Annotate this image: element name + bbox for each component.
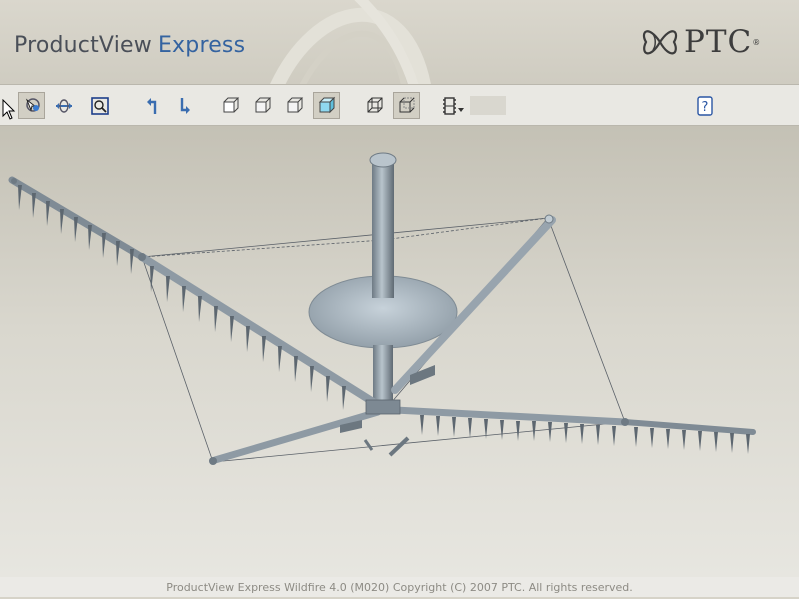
animation-filmstrip-icon bbox=[442, 96, 464, 115]
help-button[interactable]: ? bbox=[691, 92, 718, 119]
zoom-window-icon bbox=[90, 96, 109, 115]
undo-view-icon bbox=[146, 97, 156, 114]
wireframe-icon bbox=[367, 97, 382, 112]
zoom-window-button[interactable] bbox=[86, 92, 113, 119]
copyright-text: ProductView Express Wildfire 4.0 (M020) … bbox=[166, 581, 633, 594]
shaded-render-button[interactable] bbox=[313, 92, 340, 119]
app-title: ProductView Express bbox=[14, 33, 245, 58]
brand-swoosh-graphic bbox=[270, 0, 431, 84]
redo-view-icon bbox=[180, 97, 190, 114]
ptc-logo: PTC ® bbox=[640, 22, 760, 62]
rake-blades-left bbox=[18, 185, 346, 410]
app-title-express: Express bbox=[157, 33, 246, 58]
main-toolbar: ? bbox=[0, 84, 799, 126]
view-iso-button[interactable] bbox=[249, 92, 276, 119]
ptc-logo-text: PTC bbox=[684, 24, 753, 60]
undo-view-button[interactable] bbox=[139, 92, 166, 119]
ptc-registered-mark: ® bbox=[752, 37, 761, 47]
help-label: ? bbox=[701, 100, 708, 115]
column-cap bbox=[369, 152, 397, 168]
ptc-butterfly-icon bbox=[642, 30, 678, 55]
pan-rotate-button[interactable] bbox=[50, 92, 77, 119]
app-title-product: ProductView bbox=[14, 33, 152, 58]
mouse-pointer-icon bbox=[2, 99, 16, 120]
app-header: ProductView Express PTC ® bbox=[0, 0, 799, 84]
model-viewport[interactable] bbox=[0, 126, 799, 577]
hidden-line-button[interactable] bbox=[393, 92, 420, 119]
wireframe-button[interactable] bbox=[361, 92, 388, 119]
hidden-line-icon bbox=[399, 97, 414, 112]
select-button[interactable] bbox=[18, 92, 45, 119]
clarifier-rake-model bbox=[8, 152, 756, 465]
pan-rotate-icon bbox=[55, 98, 72, 113]
redo-view-button[interactable] bbox=[170, 92, 197, 119]
animation-frame-field[interactable] bbox=[470, 96, 506, 115]
view-right-button[interactable] bbox=[281, 92, 308, 119]
animation-button[interactable] bbox=[440, 92, 467, 119]
view-front-icon bbox=[223, 97, 239, 112]
central-column-upper bbox=[372, 162, 394, 298]
status-bar: ProductView Express Wildfire 4.0 (M020) … bbox=[0, 577, 799, 597]
help-icon: ? bbox=[696, 95, 713, 116]
select-icon bbox=[25, 97, 40, 112]
view-iso-icon bbox=[255, 97, 271, 112]
view-right-icon bbox=[287, 97, 303, 112]
view-front-button[interactable] bbox=[217, 92, 244, 119]
shaded-render-icon bbox=[318, 96, 335, 113]
